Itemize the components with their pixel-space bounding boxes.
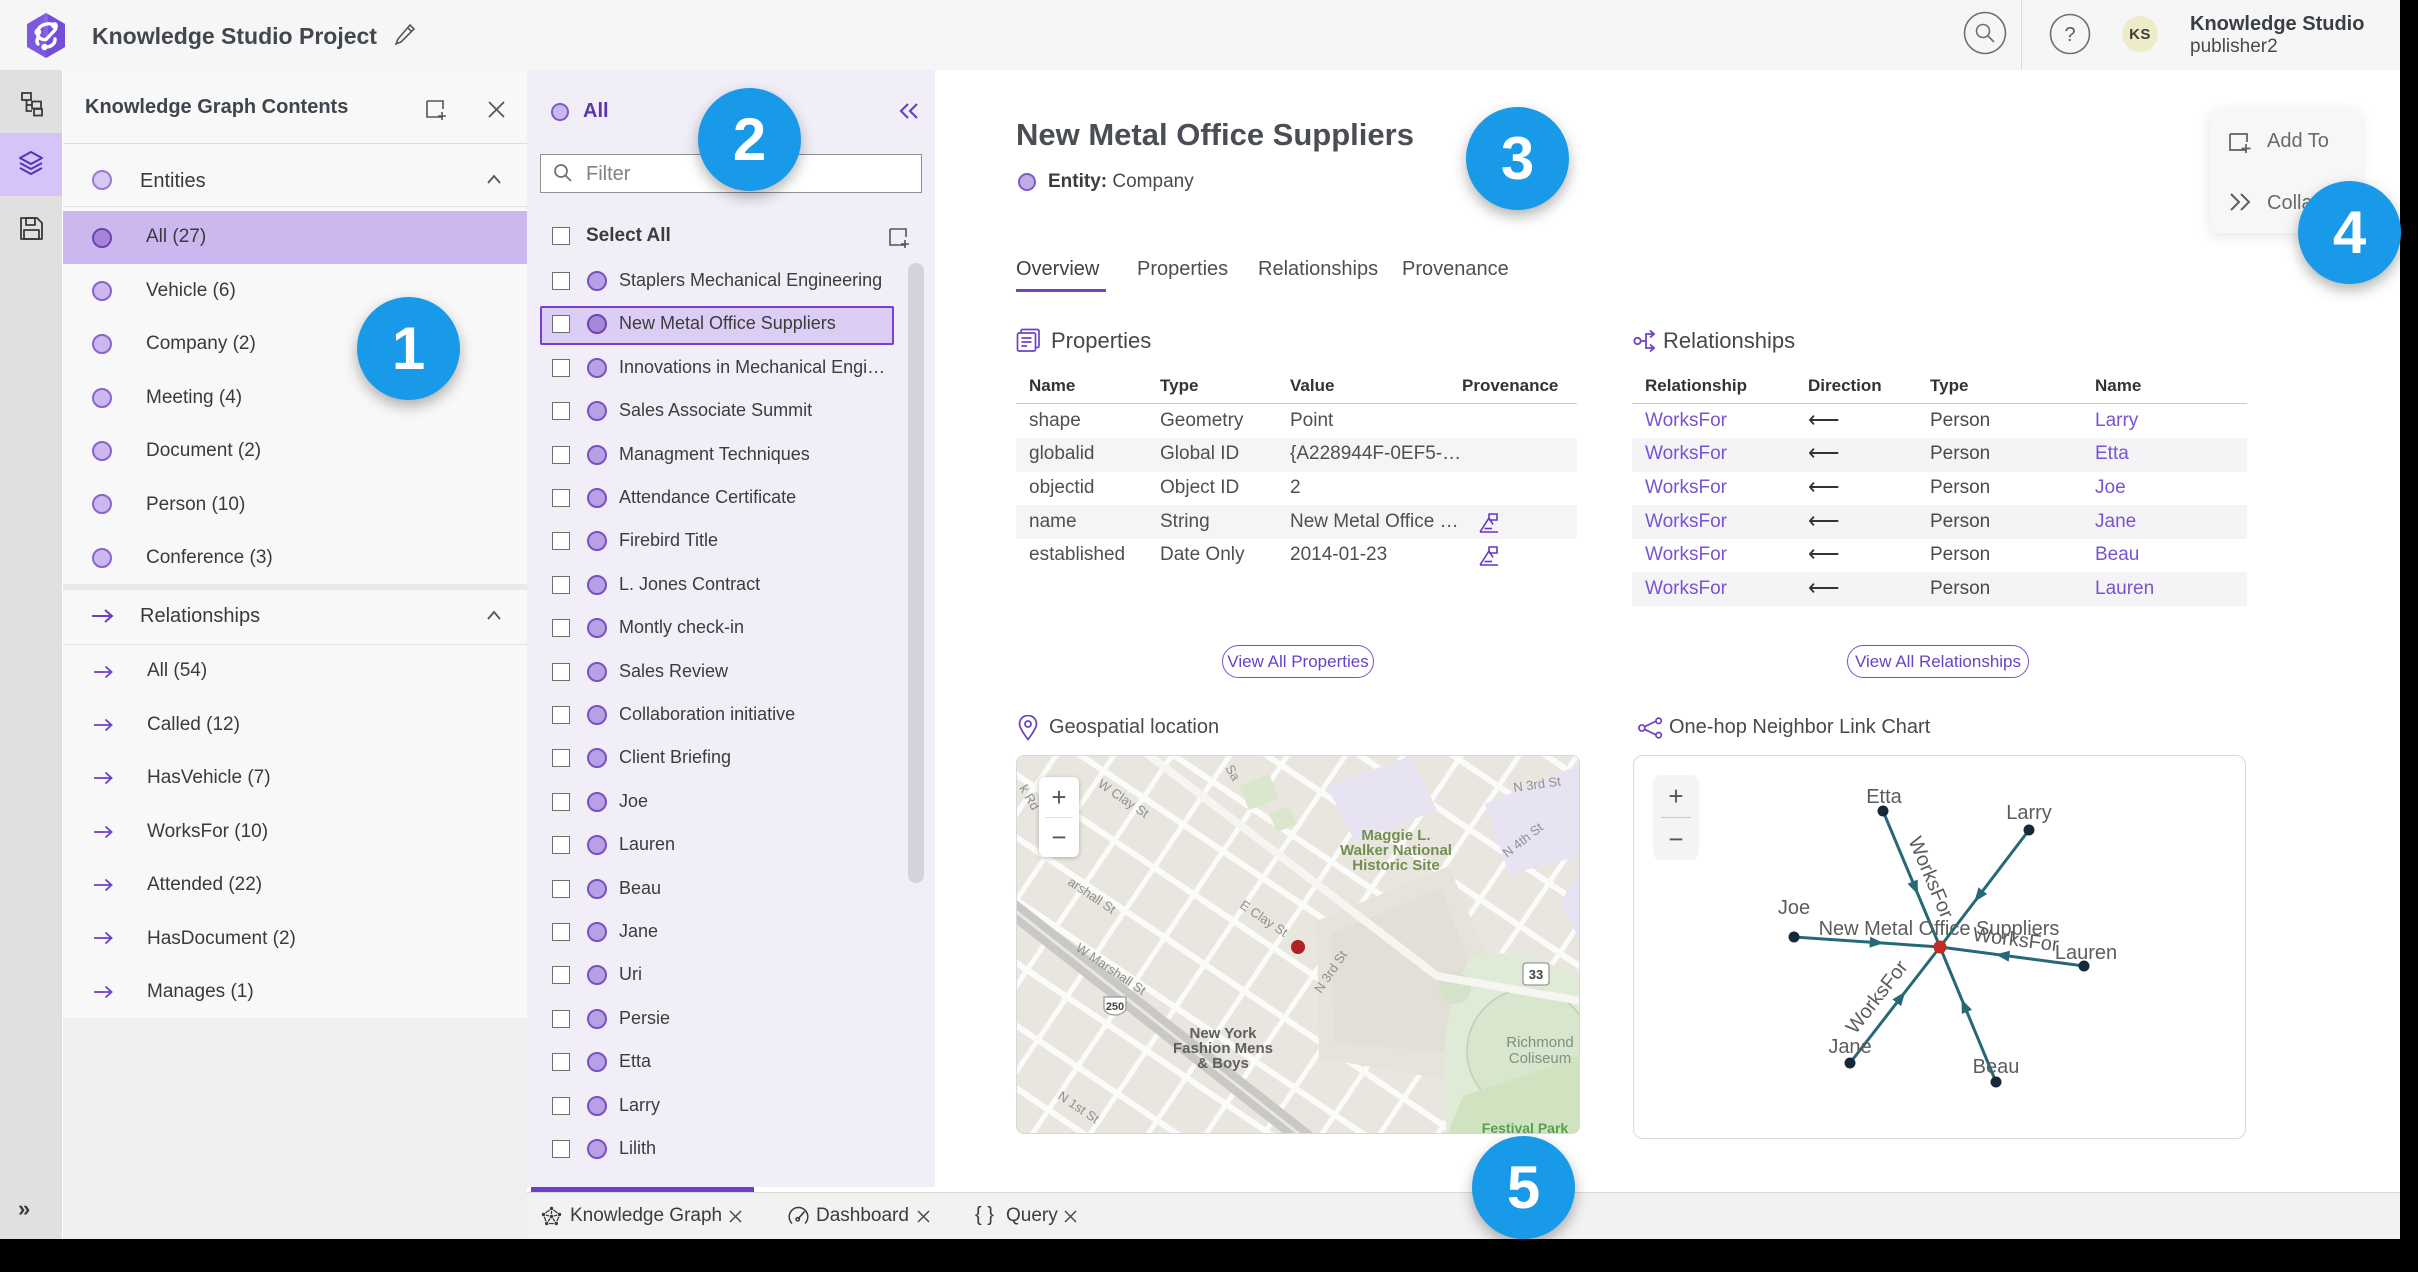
svg-text:?: ?	[2064, 24, 2075, 46]
svg-text:Lauren: Lauren	[2055, 942, 2117, 964]
svg-text:Jane: Jane	[1828, 1036, 1871, 1058]
svg-text:Richmond: Richmond	[1506, 1034, 1574, 1051]
svg-text:Beau: Beau	[1973, 1056, 2020, 1078]
svg-text:& Boys: & Boys	[1197, 1055, 1249, 1072]
svg-text:Larry: Larry	[2006, 802, 2052, 824]
svg-text:33: 33	[1529, 967, 1543, 982]
svg-text:250: 250	[1106, 1001, 1124, 1013]
svg-text:Joe: Joe	[1778, 897, 1810, 919]
svg-text:Festival Park: Festival Park	[1482, 1120, 1569, 1134]
svg-text:Historic Site: Historic Site	[1352, 857, 1440, 874]
svg-text:Coliseum: Coliseum	[1509, 1050, 1572, 1067]
svg-text:Etta: Etta	[1866, 786, 1902, 808]
